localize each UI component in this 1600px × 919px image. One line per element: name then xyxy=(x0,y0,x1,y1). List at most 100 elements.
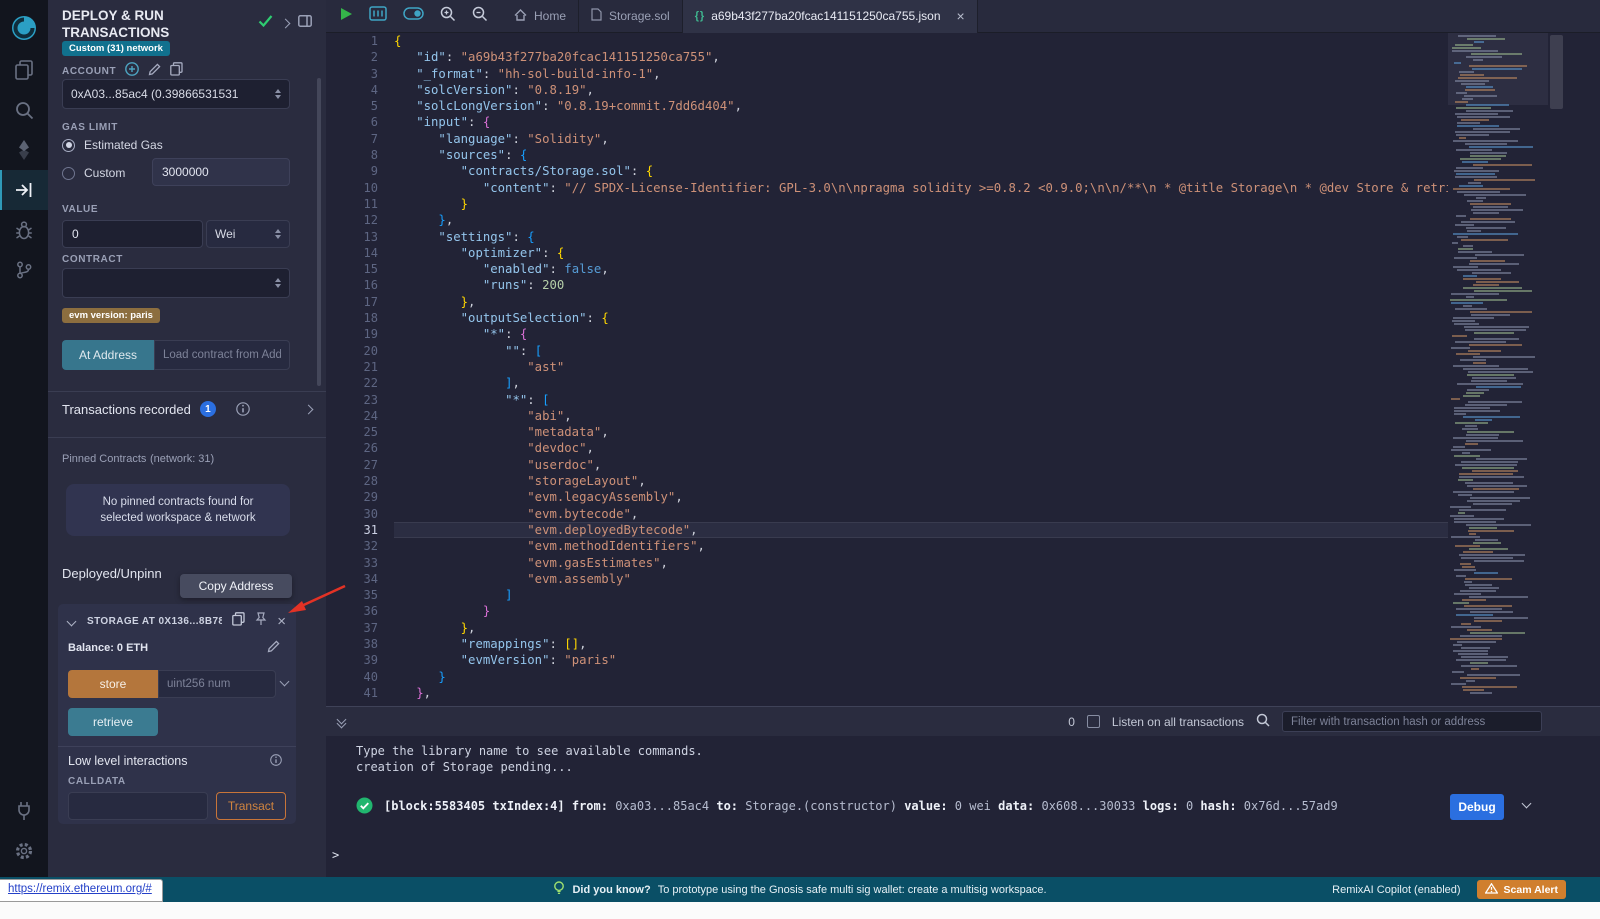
code-line[interactable]: "runs": 200 xyxy=(394,277,1448,293)
debugger-icon[interactable] xyxy=(0,210,48,250)
code-line[interactable]: "solcVersion": "0.8.19", xyxy=(394,82,1448,98)
line-number[interactable]: 14 xyxy=(326,245,378,261)
listen-all-checkbox[interactable] xyxy=(1087,715,1100,728)
line-number[interactable]: 34 xyxy=(326,571,378,587)
scrollbar-thumb[interactable] xyxy=(1550,35,1563,109)
line-number[interactable]: 3 xyxy=(326,66,378,82)
code-line[interactable]: "_format": "hh-sol-build-info-1", xyxy=(394,66,1448,82)
scam-alert-badge[interactable]: Scam Alert xyxy=(1477,880,1566,899)
code-line[interactable]: } xyxy=(394,603,1448,619)
settings-icon[interactable] xyxy=(0,831,48,871)
line-number[interactable]: 1 xyxy=(326,33,378,49)
toggle-icon[interactable] xyxy=(403,7,424,25)
line-number[interactable]: 5 xyxy=(326,98,378,114)
line-number[interactable]: 7 xyxy=(326,131,378,147)
close-contract-icon[interactable]: × xyxy=(277,617,286,627)
code-line[interactable]: "content": "// SPDX-License-Identifier: … xyxy=(394,180,1448,196)
line-number[interactable]: 11 xyxy=(326,196,378,212)
code-line[interactable]: "remappings": [], xyxy=(394,636,1448,652)
code-line[interactable]: "storageLayout", xyxy=(394,473,1448,489)
code-line[interactable]: "sources": { xyxy=(394,147,1448,163)
remix-logo-icon[interactable] xyxy=(0,6,48,50)
git-icon[interactable] xyxy=(0,250,48,290)
account-select[interactable]: 0xA03...85ac4 (0.39866531531 xyxy=(62,79,290,109)
line-number[interactable]: 38 xyxy=(326,636,378,652)
tab-build-info-json[interactable]: { } a69b43f277ba20fcac141151250ca755.jso… xyxy=(683,0,978,33)
code-line[interactable]: "optimizer": { xyxy=(394,245,1448,261)
code-line[interactable]: ] xyxy=(394,587,1448,603)
line-number[interactable]: 20 xyxy=(326,343,378,359)
custom-gas-radio[interactable] xyxy=(62,167,75,180)
code-line[interactable]: ], xyxy=(394,375,1448,391)
line-number[interactable]: 16 xyxy=(326,277,378,293)
line-number[interactable]: 32 xyxy=(326,538,378,554)
code-line[interactable]: "language": "Solidity", xyxy=(394,131,1448,147)
line-number[interactable]: 8 xyxy=(326,147,378,163)
code-line[interactable]: }, xyxy=(394,620,1448,636)
code-line[interactable]: "evm.methodIdentifiers", xyxy=(394,538,1448,554)
line-number[interactable]: 21 xyxy=(326,359,378,375)
code-line[interactable]: "abi", xyxy=(394,408,1448,424)
line-number[interactable]: 28 xyxy=(326,473,378,489)
tab-home[interactable]: Home xyxy=(502,0,579,33)
value-unit-select[interactable]: Wei xyxy=(206,220,290,248)
code-line[interactable]: "settings": { xyxy=(394,229,1448,245)
panel-collapse-icon[interactable] xyxy=(281,18,291,28)
code-line[interactable]: } xyxy=(394,196,1448,212)
code-line[interactable]: "evm.gasEstimates", xyxy=(394,555,1448,571)
code-line[interactable]: { xyxy=(394,33,1448,49)
line-number[interactable]: 18 xyxy=(326,310,378,326)
terminal-output[interactable]: Type the library name to see available c… xyxy=(326,736,1600,877)
zoom-out-icon[interactable] xyxy=(472,6,488,27)
chevron-down-icon[interactable] xyxy=(280,677,290,687)
code-editor[interactable]: 1234567891011121314151617181920212223242… xyxy=(326,33,1600,706)
code-line[interactable]: "evm.deployedBytecode", xyxy=(394,522,1448,538)
line-number[interactable]: 23 xyxy=(326,392,378,408)
run-script-icon[interactable] xyxy=(340,7,353,26)
line-number[interactable]: 29 xyxy=(326,489,378,505)
debug-button[interactable]: Debug xyxy=(1450,794,1504,820)
code-line[interactable]: "contracts/Storage.sol": { xyxy=(394,163,1448,179)
code-line[interactable]: "id": "a69b43f277ba20fcac141151250ca755"… xyxy=(394,49,1448,65)
minimap[interactable] xyxy=(1448,33,1548,706)
code-line[interactable]: "input": { xyxy=(394,114,1448,130)
solidity-compiler-icon[interactable] xyxy=(0,130,48,170)
code-line[interactable]: }, xyxy=(394,685,1448,701)
terminal-filter-input[interactable] xyxy=(1282,711,1542,732)
code-line[interactable]: "*": [ xyxy=(394,392,1448,408)
copy-address-icon[interactable] xyxy=(232,612,245,631)
close-tab-icon[interactable]: × xyxy=(957,11,965,21)
code-line[interactable]: "devdoc", xyxy=(394,440,1448,456)
code-line[interactable]: "outputSelection": { xyxy=(394,310,1448,326)
sidepanel-scrollbar[interactable] xyxy=(317,78,321,386)
line-number[interactable]: 25 xyxy=(326,424,378,440)
store-argument-input[interactable] xyxy=(158,670,276,698)
line-number[interactable]: 37 xyxy=(326,620,378,636)
retrieve-function-button[interactable]: retrieve xyxy=(68,708,158,736)
line-number[interactable]: 13 xyxy=(326,229,378,245)
deploy-run-icon[interactable] xyxy=(0,170,48,210)
custom-gas-input[interactable] xyxy=(152,158,290,186)
code-line[interactable]: "userdoc", xyxy=(394,457,1448,473)
line-number[interactable]: 27 xyxy=(326,457,378,473)
line-number[interactable]: 31 xyxy=(326,522,378,538)
chevron-down-icon[interactable] xyxy=(67,617,77,627)
pin-contract-icon[interactable] xyxy=(255,612,267,631)
line-number[interactable]: 36 xyxy=(326,603,378,619)
code-line[interactable]: }, xyxy=(394,212,1448,228)
line-number[interactable]: 12 xyxy=(326,212,378,228)
line-number[interactable]: 26 xyxy=(326,440,378,456)
line-number[interactable]: 33 xyxy=(326,555,378,571)
copilot-status[interactable]: RemixAI Copilot (enabled) xyxy=(1332,884,1460,896)
code-line[interactable]: }, xyxy=(394,294,1448,310)
tab-storage-sol[interactable]: Storage.sol xyxy=(579,0,683,33)
code-line[interactable]: "enabled": false, xyxy=(394,261,1448,277)
estimated-gas-radio[interactable] xyxy=(62,139,75,152)
code-line[interactable]: "": [ xyxy=(394,343,1448,359)
line-number[interactable]: 15 xyxy=(326,261,378,277)
code-line[interactable]: "metadata", xyxy=(394,424,1448,440)
line-number[interactable]: 35 xyxy=(326,587,378,603)
line-number[interactable]: 41 xyxy=(326,685,378,701)
edit-balance-icon[interactable] xyxy=(267,640,280,658)
code-line[interactable]: "solcLongVersion": "0.8.19+commit.7dd6d4… xyxy=(394,98,1448,114)
